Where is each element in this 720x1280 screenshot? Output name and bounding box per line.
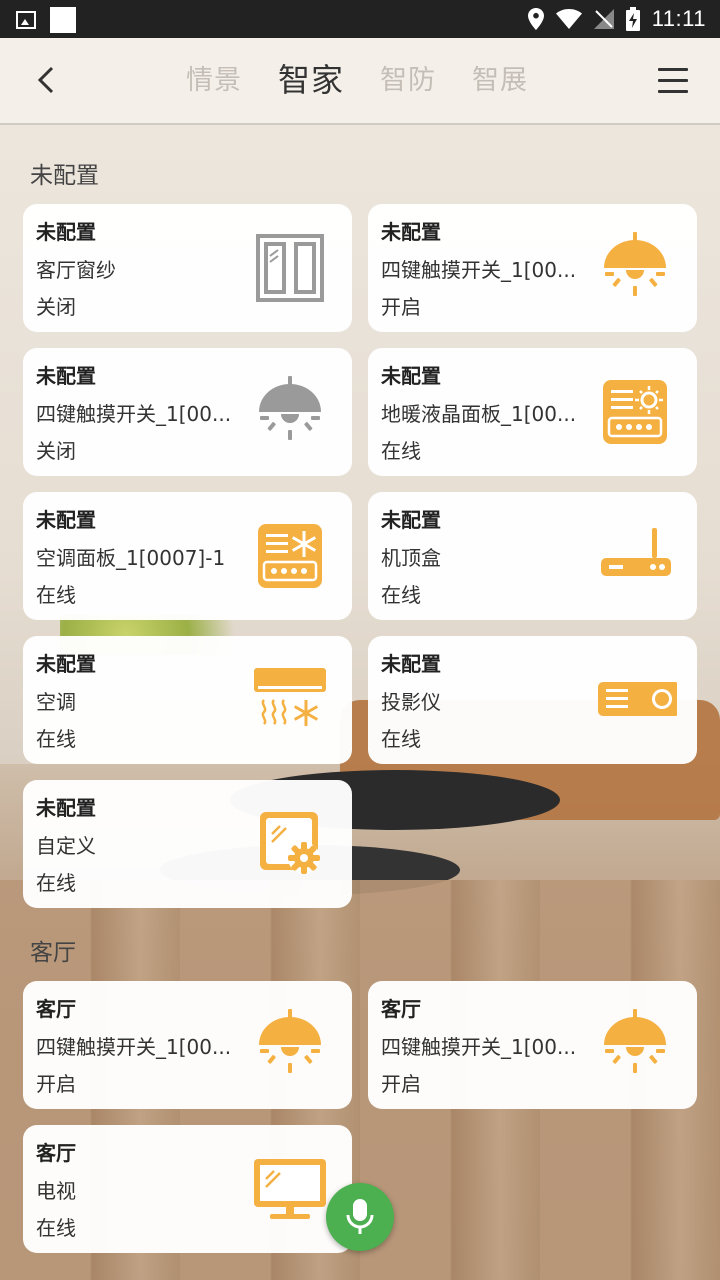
- device-status: 在线: [36, 871, 76, 895]
- device-name: 四键触摸开关_1[00...: [381, 1035, 577, 1059]
- device-status: 开启: [36, 1072, 76, 1096]
- microphone-icon: [346, 1199, 374, 1234]
- device-status: 关闭: [36, 439, 76, 463]
- device-card[interactable]: 未配置 自定义 在线: [23, 780, 352, 908]
- device-card[interactable]: 客厅 四键触摸开关_1[00... 开启: [368, 981, 697, 1109]
- voice-button[interactable]: [326, 1183, 394, 1251]
- battery-charging-icon: [625, 7, 640, 31]
- device-status: 在线: [381, 727, 421, 751]
- device-name: 空调面板_1[0007]-1: [36, 546, 226, 570]
- app-notification-icon: [50, 7, 76, 33]
- device-status: 在线: [381, 583, 421, 607]
- device-name: 电视: [36, 1179, 76, 1203]
- set-top-box-icon: [601, 528, 671, 576]
- wifi-icon: [555, 9, 582, 29]
- lamp-on-icon: [597, 230, 673, 306]
- device-room: 未配置: [36, 796, 96, 820]
- back-arrow-icon[interactable]: [30, 62, 66, 98]
- menu-icon[interactable]: [658, 68, 688, 94]
- ac-panel-icon: [258, 524, 322, 588]
- device-card[interactable]: 客厅 四键触摸开关_1[00... 开启: [23, 981, 352, 1109]
- floor-heating-panel-icon: [603, 380, 667, 444]
- device-status: 在线: [36, 727, 76, 751]
- device-name: 投影仪: [381, 690, 441, 714]
- no-signal-icon: [593, 9, 614, 29]
- device-status: 开启: [381, 295, 421, 319]
- device-card[interactable]: 未配置 空调面板_1[0007]-1 在线: [23, 492, 352, 620]
- device-name: 四键触摸开关_1[00...: [381, 258, 577, 282]
- device-room: 未配置: [381, 220, 441, 244]
- air-conditioner-icon: [254, 668, 326, 726]
- device-room: 客厅: [36, 1141, 76, 1165]
- device-name: 自定义: [36, 834, 96, 858]
- device-name: 四键触摸开关_1[00...: [36, 402, 232, 426]
- tv-icon: [254, 1159, 326, 1219]
- projector-icon: [598, 682, 677, 716]
- curtain-icon: [256, 234, 324, 302]
- tab-scene[interactable]: 情景: [186, 58, 242, 104]
- device-card[interactable]: 未配置 四键触摸开关_1[00... 开启: [368, 204, 697, 332]
- status-bar: 11:11: [0, 0, 720, 38]
- device-status: 关闭: [36, 295, 76, 319]
- tab-smart-exhibit[interactable]: 智展: [472, 58, 528, 104]
- device-room: 未配置: [381, 508, 441, 532]
- device-room: 未配置: [381, 364, 441, 388]
- device-room: 未配置: [36, 652, 96, 676]
- device-name: 机顶盒: [381, 546, 441, 570]
- lamp-on-icon: [597, 1007, 673, 1083]
- lamp-on-icon: [252, 1007, 328, 1083]
- top-nav-bar: 情景 智家 智防 智展: [0, 38, 720, 125]
- device-room: 未配置: [36, 364, 96, 388]
- device-card[interactable]: 未配置 机顶盒 在线: [368, 492, 697, 620]
- device-card[interactable]: 未配置 空调 在线: [23, 636, 352, 764]
- device-room: 客厅: [381, 997, 421, 1021]
- device-status: 在线: [381, 439, 421, 463]
- device-card[interactable]: 未配置 客厅窗纱 关闭: [23, 204, 352, 332]
- location-icon: [527, 8, 544, 30]
- device-card[interactable]: 客厅 电视 在线: [23, 1125, 352, 1253]
- device-name: 四键触摸开关_1[00...: [36, 1035, 232, 1059]
- device-status: 在线: [36, 1216, 76, 1240]
- device-name: 客厅窗纱: [36, 258, 116, 282]
- tab-smart-security[interactable]: 智防: [380, 58, 436, 104]
- device-name: 空调: [36, 690, 76, 714]
- device-status: 开启: [381, 1072, 421, 1096]
- device-room: 未配置: [36, 508, 96, 532]
- image-notification-icon: [16, 11, 36, 29]
- device-room: 未配置: [36, 220, 96, 244]
- lamp-off-icon: [252, 374, 328, 450]
- custom-device-icon: [260, 812, 320, 874]
- tab-smart-home[interactable]: 智家: [278, 55, 344, 101]
- device-name: 地暖液晶面板_1[00...: [381, 402, 577, 426]
- device-card[interactable]: 未配置 投影仪 在线: [368, 636, 697, 764]
- device-card[interactable]: 未配置 四键触摸开关_1[00... 关闭: [23, 348, 352, 476]
- device-room: 客厅: [36, 997, 76, 1021]
- section-title-unconfigured: 未配置: [30, 163, 99, 189]
- device-status: 在线: [36, 583, 76, 607]
- device-card[interactable]: 未配置 地暖液晶面板_1[00... 在线: [368, 348, 697, 476]
- section-title-living-room: 客厅: [30, 940, 76, 966]
- device-room: 未配置: [381, 652, 441, 676]
- category-tabs: 情景 智家 智防 智展: [186, 58, 528, 104]
- clock: 11:11: [651, 6, 706, 31]
